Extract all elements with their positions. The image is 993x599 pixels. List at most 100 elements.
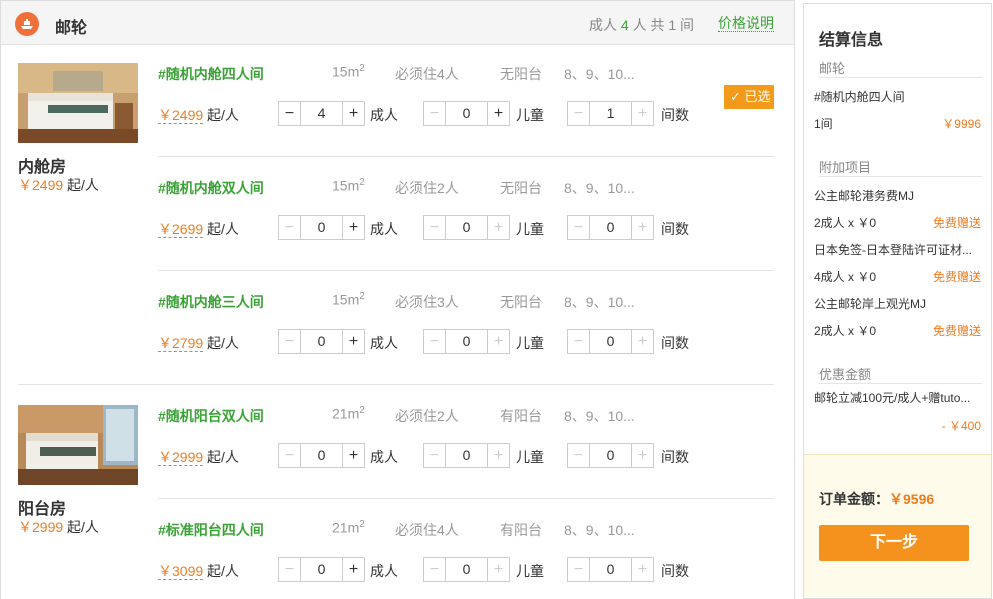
divider <box>819 383 982 384</box>
selected-badge[interactable]: ✓ 已选 <box>724 85 774 109</box>
addon-name: 公主邮轮港务费MJ <box>814 189 914 203</box>
children-stepper[interactable]: −0 + <box>423 329 510 354</box>
interior-cabin-photo <box>18 63 138 143</box>
addon-free-note: 免费赠送 <box>932 270 981 284</box>
balcony-info: 无阳台 <box>500 66 542 82</box>
balcony-info: 无阳台 <box>500 180 542 196</box>
occupancy-requirement: 必须住4人 <box>395 66 459 82</box>
rooms-label: 间数 <box>661 335 689 351</box>
row-divider <box>158 270 774 271</box>
plus-icon[interactable]: + <box>343 330 364 353</box>
room-size: 15m2 <box>332 291 365 308</box>
minus-icon[interactable]: − <box>424 330 445 353</box>
rooms-label: 间数 <box>661 563 689 579</box>
room-size: 15m2 <box>332 177 365 194</box>
settlement-sidebar: 结算信息 邮轮 #随机内舱四人间 1间 ￥9996 附加项目 公主邮轮港务费MJ… <box>803 3 992 599</box>
minus-icon[interactable]: − <box>279 444 300 467</box>
rooms-stepper[interactable]: −0 + <box>567 329 654 354</box>
order-footer: 订单金额：￥9596 下一步 <box>804 454 991 598</box>
cabin-type-name: 阳台房 <box>18 501 67 518</box>
children-label: 儿童 <box>516 563 544 579</box>
plus-icon[interactable]: + <box>488 330 509 353</box>
addon-name: 日本免签-日本登陆许可证材... <box>814 243 972 257</box>
check-icon: ✓ <box>730 89 741 104</box>
room-price: ￥2499 起/人 <box>158 107 239 124</box>
minus-icon[interactable]: − <box>568 330 589 353</box>
cabin-type-name: 内舱房 <box>18 159 67 176</box>
room-size: 15m2 <box>332 63 365 80</box>
adults-stepper[interactable]: −0 + <box>278 443 365 468</box>
children-stepper[interactable]: −0 + <box>423 557 510 582</box>
minus-icon[interactable]: − <box>568 558 589 581</box>
discount-amount: - ￥400 <box>941 419 981 433</box>
adults-label: 成人 <box>370 563 398 579</box>
plus-icon[interactable]: + <box>488 558 509 581</box>
minus-icon[interactable]: − <box>568 102 589 125</box>
plus-icon[interactable]: + <box>343 558 364 581</box>
rooms-label: 间数 <box>661 449 689 465</box>
price-info-link[interactable]: 价格说明 <box>718 15 774 32</box>
adults-stepper[interactable]: −0 + <box>278 215 365 240</box>
minus-icon[interactable]: − <box>424 216 445 239</box>
room-price: ￥2999 起/人 <box>158 449 239 466</box>
rooms-label: 间数 <box>661 221 689 237</box>
rooms-stepper[interactable]: −1 + <box>567 101 654 126</box>
adults-stepper[interactable]: −4 + <box>278 101 365 126</box>
adults-label: 成人 <box>370 449 398 465</box>
plus-icon[interactable]: + <box>488 216 509 239</box>
deck-info: 8、9、10... <box>564 522 635 538</box>
minus-icon[interactable]: − <box>568 216 589 239</box>
addon-free-note: 免费赠送 <box>932 216 981 230</box>
adults-label: 成人 <box>370 221 398 237</box>
addons-section-label: 附加项目 <box>819 160 872 175</box>
plus-icon[interactable]: + <box>488 444 509 467</box>
occupancy-requirement: 必须住3人 <box>395 294 459 310</box>
minus-icon[interactable]: − <box>568 444 589 467</box>
balcony-info: 无阳台 <box>500 294 542 310</box>
plus-icon[interactable]: + <box>632 216 653 239</box>
deck-info: 8、9、10... <box>564 294 635 310</box>
room-price: ￥2699 起/人 <box>158 221 239 238</box>
deck-info: 8、9、10... <box>564 408 635 424</box>
order-total: 订单金额：￥9596 <box>819 491 935 507</box>
minus-icon[interactable]: − <box>424 444 445 467</box>
adults-stepper[interactable]: −0 + <box>278 329 365 354</box>
plus-icon[interactable]: + <box>343 216 364 239</box>
addon-name: 公主邮轮岸上观光MJ <box>814 297 926 311</box>
children-stepper[interactable]: −0 + <box>423 101 510 126</box>
plus-icon[interactable]: + <box>343 102 364 125</box>
discount-name: 邮轮立减100元/成人+赠tuto... <box>814 391 971 405</box>
minus-icon[interactable]: − <box>424 558 445 581</box>
room-name: #随机内舱三人间 <box>158 294 264 310</box>
rooms-stepper[interactable]: −0 + <box>567 215 654 240</box>
minus-icon[interactable]: − <box>279 330 300 353</box>
children-stepper[interactable]: −0 + <box>423 215 510 240</box>
room-price: ￥3099 起/人 <box>158 563 239 580</box>
rooms-stepper[interactable]: −0 + <box>567 557 654 582</box>
plus-icon[interactable]: + <box>343 444 364 467</box>
cruise-section-label: 邮轮 <box>819 61 846 76</box>
plus-icon[interactable]: + <box>632 444 653 467</box>
minus-icon[interactable]: − <box>279 558 300 581</box>
children-label: 儿童 <box>516 107 544 123</box>
plus-icon[interactable]: + <box>632 558 653 581</box>
discount-section-label: 优惠金额 <box>819 367 872 382</box>
minus-icon[interactable]: − <box>424 102 445 125</box>
deck-info: 8、9、10... <box>564 180 635 196</box>
guest-summary: 成人 4 人 共 1 间 <box>589 17 695 33</box>
next-step-button[interactable]: 下一步 <box>819 525 969 561</box>
minus-icon[interactable]: − <box>279 216 300 239</box>
minus-icon[interactable]: − <box>279 102 300 125</box>
addon-qty: 4成人 x ￥0 <box>814 270 877 284</box>
children-stepper[interactable]: −0 + <box>423 443 510 468</box>
plus-icon[interactable]: + <box>632 330 653 353</box>
room-size: 21m2 <box>332 405 365 422</box>
adults-stepper[interactable]: −0 + <box>278 557 365 582</box>
rooms-stepper[interactable]: −0 + <box>567 443 654 468</box>
rooms-label: 间数 <box>661 107 689 123</box>
occupancy-requirement: 必须住2人 <box>395 180 459 196</box>
plus-icon[interactable]: + <box>488 102 509 125</box>
cruise-room-name: #随机内舱四人间 <box>814 90 905 104</box>
plus-icon[interactable]: + <box>632 102 653 125</box>
cabin-type-price: ￥2999 起/人 <box>18 519 99 535</box>
